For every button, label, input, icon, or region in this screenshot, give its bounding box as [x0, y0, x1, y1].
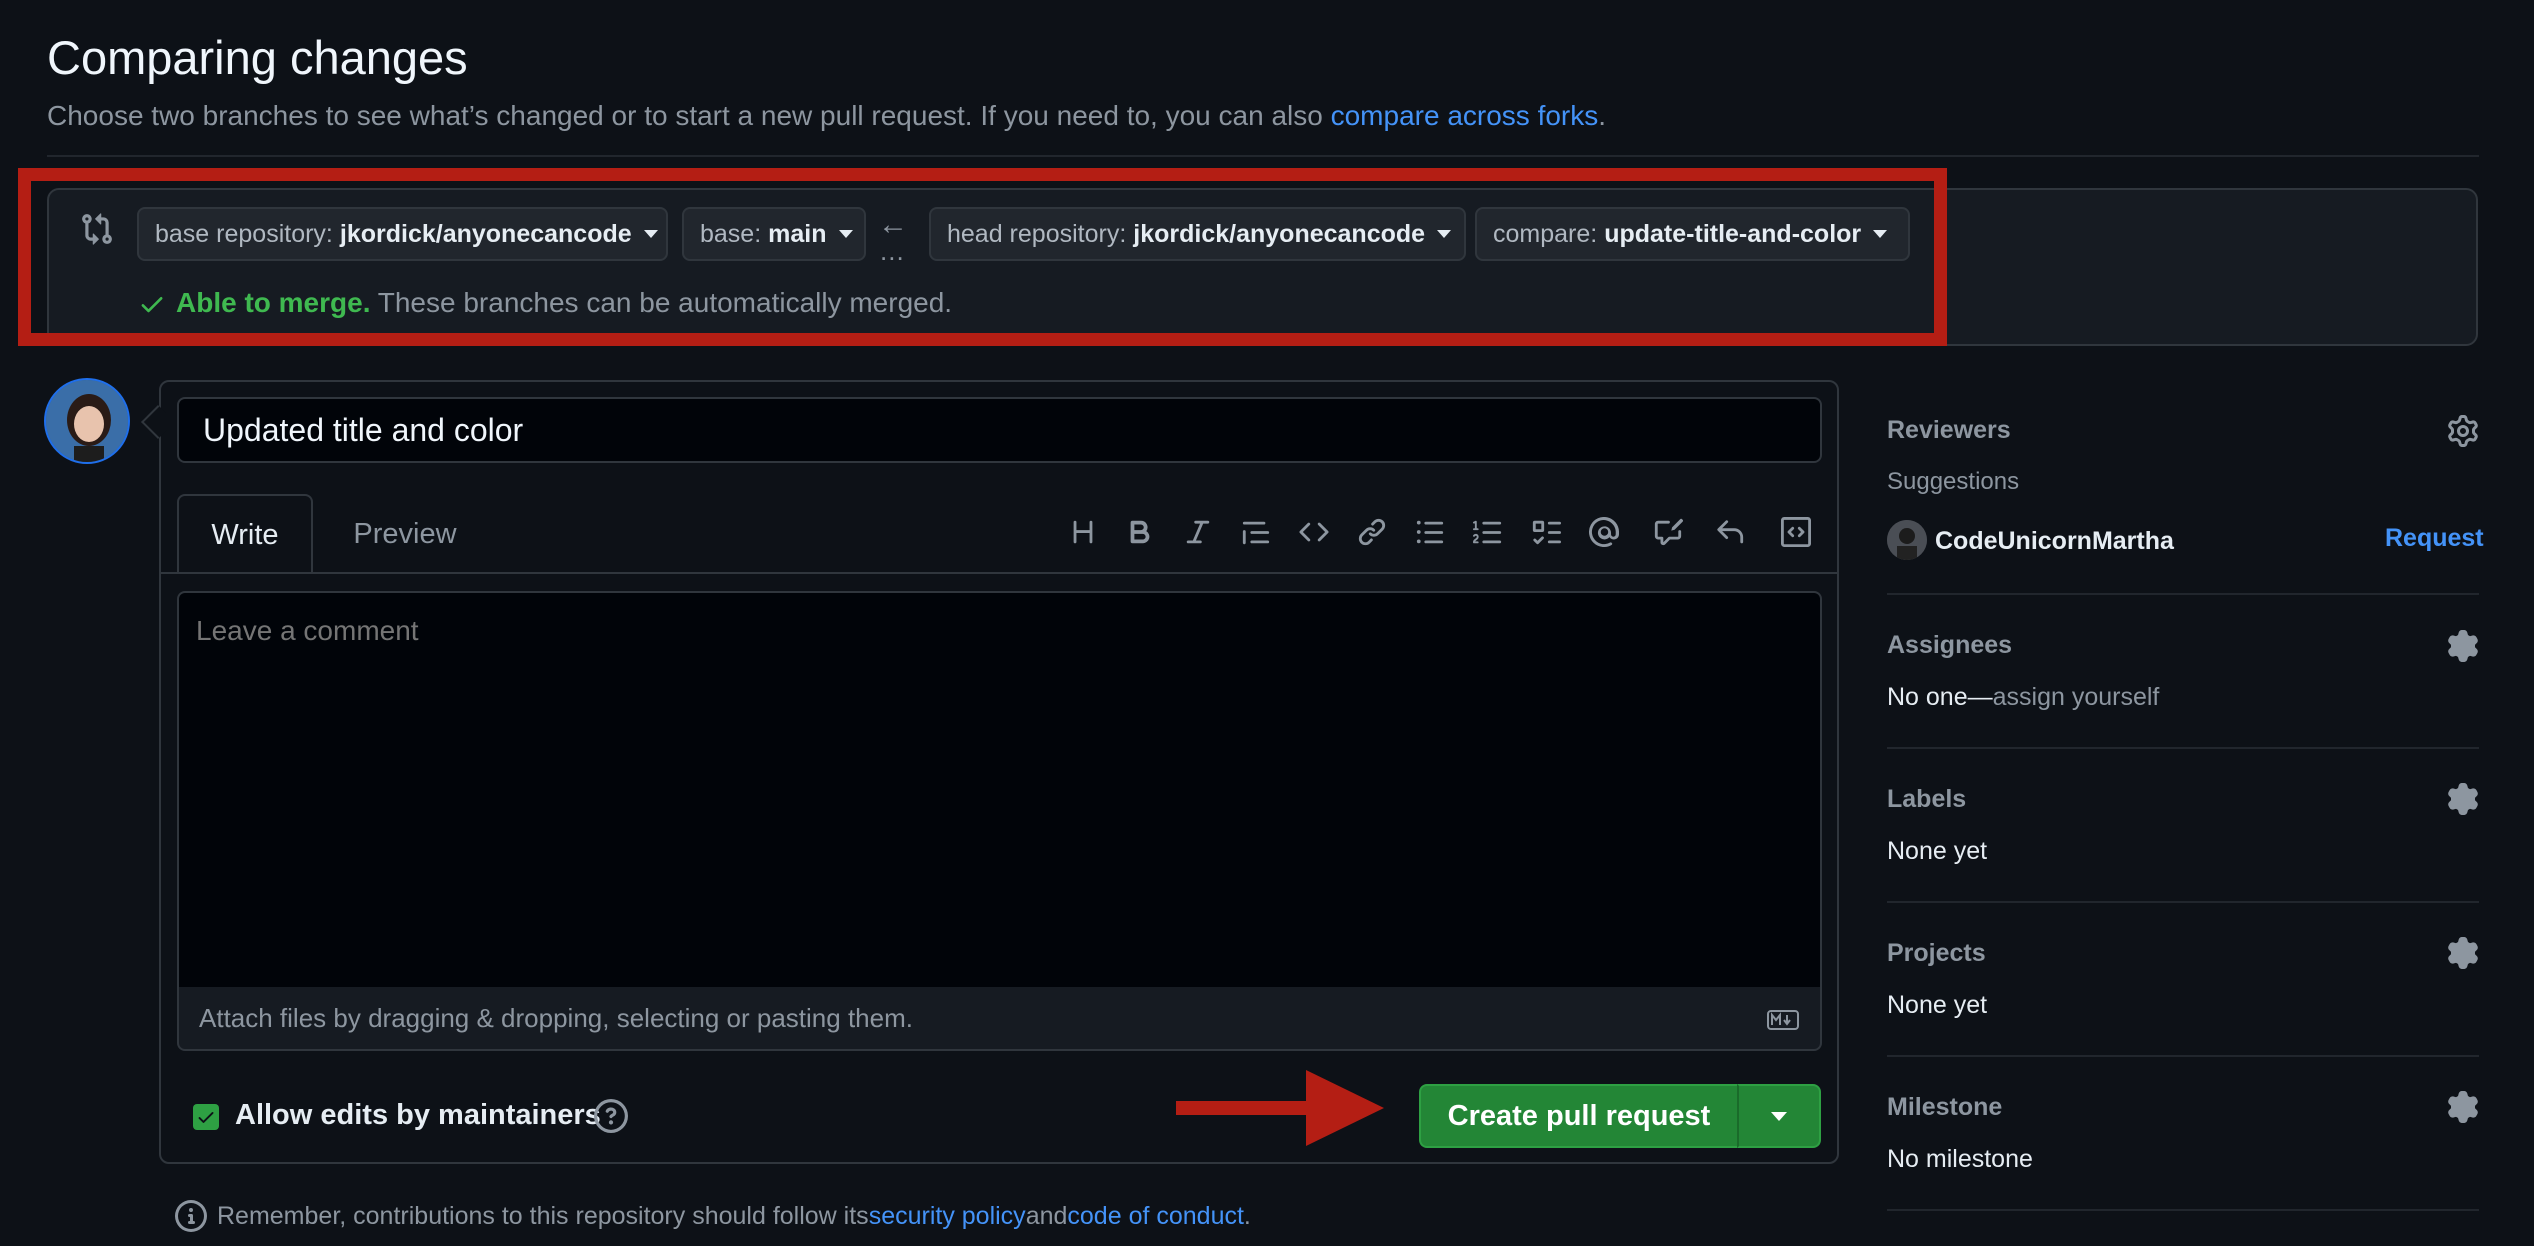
suggested-reviewer-name[interactable]: CodeUnicornMartha — [1935, 527, 2174, 556]
milestone-heading[interactable]: Milestone — [1887, 1093, 2002, 1122]
notice-end: . — [1243, 1201, 1251, 1230]
assignees-value: No one—assign yourself — [1887, 683, 2159, 712]
sidebar-divider — [1887, 1055, 2479, 1057]
tab-write[interactable]: Write — [177, 494, 313, 574]
heading-icon[interactable] — [1063, 512, 1103, 552]
allow-edits-checkbox[interactable] — [193, 1104, 219, 1130]
gear-icon[interactable] — [2447, 937, 2479, 969]
comment-textarea[interactable] — [177, 591, 1822, 988]
reviewers-heading[interactable]: Reviewers — [1887, 416, 2011, 445]
mention-icon[interactable] — [1584, 512, 1624, 552]
security-policy-link[interactable]: security policy — [869, 1202, 1026, 1231]
base-repository-value: jkordick/anyonecancode — [339, 219, 632, 248]
compare-branch-selector[interactable]: compare: update-title-and-color — [1475, 207, 1910, 261]
avatar[interactable] — [1887, 520, 1927, 560]
code-of-conduct-link[interactable]: code of conduct — [1067, 1202, 1244, 1231]
attach-files-bar[interactable]: Attach files by dragging & dropping, sel… — [177, 987, 1822, 1051]
head-repository-selector[interactable]: head repository: jkordick/anyonecancode — [929, 207, 1466, 261]
compare-branch-label: compare: — [1493, 219, 1598, 248]
git-compare-icon — [82, 213, 112, 245]
chevron-down-icon — [1771, 1111, 1787, 1121]
sidebar-divider — [1887, 1209, 2479, 1211]
markdown-icon[interactable] — [1766, 1010, 1800, 1030]
ordered-list-icon[interactable] — [1468, 512, 1508, 552]
gear-icon[interactable] — [2447, 783, 2479, 815]
projects-heading[interactable]: Projects — [1887, 939, 1986, 968]
quote-icon[interactable] — [1236, 512, 1276, 552]
annotation-arrow-icon — [1176, 1070, 1384, 1146]
base-branch-value: main — [768, 219, 827, 248]
gear-icon[interactable] — [2447, 630, 2479, 662]
user-portrait-icon — [1887, 520, 1927, 560]
pr-title-input[interactable] — [177, 397, 1822, 463]
subtitle-text: Choose two branches to see what’s change… — [47, 100, 1331, 131]
projects-value: None yet — [1887, 991, 1988, 1019]
check-icon — [141, 297, 163, 313]
gear-icon[interactable] — [2447, 415, 2479, 447]
allow-edits-label[interactable]: Allow edits by maintainers — [235, 1099, 601, 1132]
create-pull-request-button[interactable]: Create pull request — [1419, 1084, 1737, 1148]
chevron-down-icon — [1873, 230, 1888, 238]
assignees-heading[interactable]: Assignees — [1887, 631, 2012, 660]
italic-icon[interactable] — [1178, 512, 1218, 552]
milestone-value: No milestone — [1887, 1145, 2033, 1173]
merge-status-message: Able to merge. These branches can be aut… — [176, 287, 952, 319]
page-subtitle: Choose two branches to see what’s change… — [47, 100, 1606, 132]
slash-command-icon[interactable] — [1776, 512, 1816, 552]
page-title: Comparing changes — [47, 31, 468, 84]
question-icon[interactable] — [594, 1099, 628, 1133]
notice-text: Remember, contributions to this reposito… — [217, 1201, 869, 1230]
sidebar-divider — [1887, 593, 2479, 595]
cross-reference-icon[interactable] — [1648, 512, 1688, 552]
notice-and: and — [1025, 1201, 1068, 1230]
chevron-down-icon — [643, 230, 658, 238]
assignees-none: No one— — [1887, 683, 1993, 711]
reply-icon[interactable] — [1710, 512, 1750, 552]
compare-across-forks-link[interactable]: compare across forks — [1331, 100, 1599, 131]
tab-divider — [161, 572, 1837, 574]
suggestions-label: Suggestions — [1887, 468, 2020, 495]
ellipsis-icon: ... — [880, 236, 905, 266]
sidebar-divider — [1887, 747, 2479, 749]
merge-detail: These branches can be automatically merg… — [370, 287, 953, 318]
chevron-down-icon — [1437, 230, 1452, 238]
chevron-down-icon — [838, 230, 853, 238]
base-repository-selector[interactable]: base repository: jkordick/anyonecancode — [137, 207, 668, 261]
create-options-dropdown[interactable] — [1737, 1084, 1821, 1148]
base-repository-label: base repository: — [155, 219, 333, 248]
labels-value: None yet — [1887, 837, 1988, 865]
header-divider — [47, 155, 2479, 157]
avatar[interactable] — [44, 378, 130, 464]
user-portrait-icon — [46, 380, 128, 462]
subtitle-end: . — [1598, 100, 1607, 131]
base-branch-label: base: — [700, 219, 762, 248]
merge-status: Able to merge. — [176, 287, 371, 318]
bold-icon[interactable] — [1120, 512, 1160, 552]
code-icon[interactable] — [1294, 512, 1334, 552]
tab-preview[interactable]: Preview — [340, 494, 470, 574]
gear-icon[interactable] — [2447, 1091, 2479, 1123]
task-list-icon[interactable] — [1526, 512, 1566, 552]
compare-branch-value: update-title-and-color — [1604, 219, 1862, 248]
labels-heading[interactable]: Labels — [1887, 785, 1966, 814]
contribution-notice: Remember, contributions to this reposito… — [175, 1200, 1251, 1232]
link-icon[interactable] — [1352, 512, 1392, 552]
check-icon — [198, 1112, 214, 1123]
base-branch-selector[interactable]: base: main — [682, 207, 866, 261]
head-repository-label: head repository: — [947, 219, 1127, 248]
head-repository-value: jkordick/anyonecancode — [1133, 219, 1426, 248]
sidebar-divider — [1887, 901, 2479, 903]
request-review-link[interactable]: Request — [2385, 524, 2484, 553]
assign-yourself-link[interactable]: assign yourself — [1993, 683, 2160, 711]
info-icon — [175, 1200, 207, 1232]
unordered-list-icon[interactable] — [1410, 512, 1450, 552]
